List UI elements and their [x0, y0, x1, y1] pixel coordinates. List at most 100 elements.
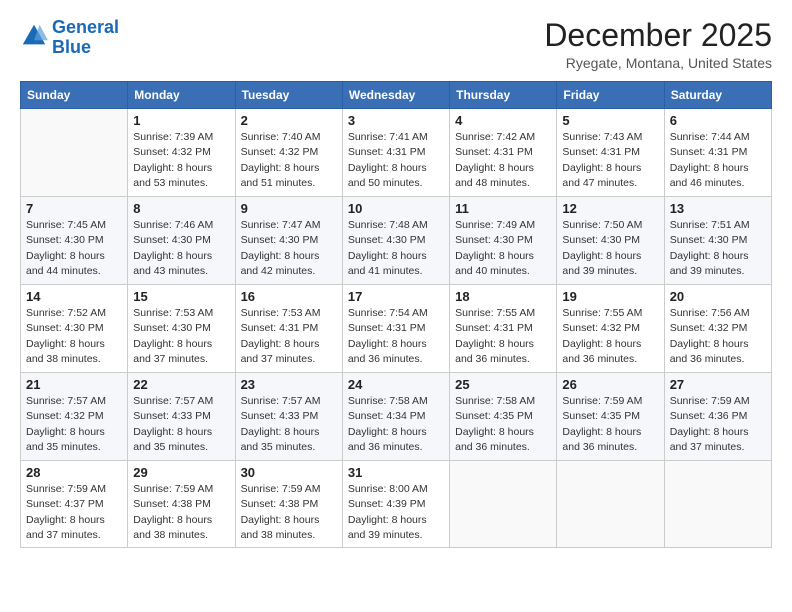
calendar-cell: 20 Sunrise: 7:56 AM Sunset: 4:32 PM Dayli… [664, 285, 771, 373]
day-info: Sunrise: 7:51 AM Sunset: 4:30 PM Dayligh… [670, 218, 766, 279]
day-number: 25 [455, 377, 551, 392]
day-number: 31 [348, 465, 444, 480]
day-number: 20 [670, 289, 766, 304]
day-number: 6 [670, 113, 766, 128]
day-info: Sunrise: 7:50 AM Sunset: 4:30 PM Dayligh… [562, 218, 658, 279]
week-row-5: 28Sunrise: 7:59 AM Sunset: 4:37 PM Dayli… [21, 461, 772, 548]
calendar-cell: 13 Sunrise: 7:51 AM Sunset: 4:30 PM Dayli… [664, 197, 771, 285]
calendar-cell: 9 Sunrise: 7:47 AM Sunset: 4:30 PM Daylig… [235, 197, 342, 285]
day-info: Sunrise: 7:43 AM Sunset: 4:31 PM Dayligh… [562, 130, 658, 191]
logo-line2: Blue [52, 37, 91, 57]
calendar-cell: 10 Sunrise: 7:48 AM Sunset: 4:30 PM Dayli… [342, 197, 449, 285]
day-info: Sunrise: 7:59 AM Sunset: 4:38 PM Dayligh… [241, 482, 337, 543]
day-number: 27 [670, 377, 766, 392]
calendar-cell: 14 Sunrise: 7:52 AM Sunset: 4:30 PM Dayli… [21, 285, 128, 373]
day-number: 4 [455, 113, 551, 128]
header-day-saturday: Saturday [664, 82, 771, 109]
calendar-cell [450, 461, 557, 548]
day-info: Sunrise: 7:55 AM Sunset: 4:32 PM Dayligh… [562, 306, 658, 367]
day-number: 5 [562, 113, 658, 128]
calendar-cell: 26 Sunrise: 7:59 AM Sunset: 4:35 PM Dayli… [557, 373, 664, 461]
day-info: Sunrise: 7:59 AM Sunset: 4:35 PM Dayligh… [562, 394, 658, 455]
day-info: Sunrise: 7:57 AM Sunset: 4:32 PM Dayligh… [26, 394, 122, 455]
calendar-cell: 29 Sunrise: 7:59 AM Sunset: 4:38 PM Dayli… [128, 461, 235, 548]
day-info: Sunrise: 7:57 AM Sunset: 4:33 PM Dayligh… [133, 394, 229, 455]
day-info: Sunrise: 7:59 AM Sunset: 4:38 PM Dayligh… [133, 482, 229, 543]
day-number: 13 [670, 201, 766, 216]
day-number: 17 [348, 289, 444, 304]
calendar-cell [664, 461, 771, 548]
day-info: Sunrise: 7:46 AM Sunset: 4:30 PM Dayligh… [133, 218, 229, 279]
day-number: 29 [133, 465, 229, 480]
day-number: 8 [133, 201, 229, 216]
calendar-cell: 23 Sunrise: 7:57 AM Sunset: 4:33 PM Dayli… [235, 373, 342, 461]
calendar-cell: 31 Sunrise: 8:00 AM Sunset: 4:39 PM Dayli… [342, 461, 449, 548]
day-info: Sunrise: 7:40 AM Sunset: 4:32 PM Dayligh… [241, 130, 337, 191]
header-day-friday: Friday [557, 82, 664, 109]
location: Ryegate, Montana, United States [544, 55, 772, 71]
day-number: 7 [26, 201, 122, 216]
day-number: 19 [562, 289, 658, 304]
day-info: Sunrise: 7:58 AM Sunset: 4:34 PM Dayligh… [348, 394, 444, 455]
day-number: 10 [348, 201, 444, 216]
day-number: 2 [241, 113, 337, 128]
day-info: Sunrise: 7:39 AM Sunset: 4:32 PM Dayligh… [133, 130, 229, 191]
calendar-cell: 1Sunrise: 7:39 AM Sunset: 4:32 PM Daylig… [128, 109, 235, 197]
week-row-2: 7 Sunrise: 7:45 AM Sunset: 4:30 PM Daylig… [21, 197, 772, 285]
calendar-cell: 5 Sunrise: 7:43 AM Sunset: 4:31 PM Daylig… [557, 109, 664, 197]
day-number: 23 [241, 377, 337, 392]
day-number: 15 [133, 289, 229, 304]
logo-text: General Blue [52, 18, 119, 58]
day-info: Sunrise: 7:47 AM Sunset: 4:30 PM Dayligh… [241, 218, 337, 279]
logo: General Blue [20, 18, 119, 58]
calendar-cell: 30Sunrise: 7:59 AM Sunset: 4:38 PM Dayli… [235, 461, 342, 548]
day-number: 14 [26, 289, 122, 304]
calendar-cell: 4 Sunrise: 7:42 AM Sunset: 4:31 PM Daylig… [450, 109, 557, 197]
day-number: 11 [455, 201, 551, 216]
page: General Blue December 2025 Ryegate, Mont… [0, 0, 792, 612]
calendar-cell: 15Sunrise: 7:53 AM Sunset: 4:30 PM Dayli… [128, 285, 235, 373]
calendar-cell: 17 Sunrise: 7:54 AM Sunset: 4:31 PM Dayli… [342, 285, 449, 373]
day-number: 9 [241, 201, 337, 216]
day-info: Sunrise: 7:45 AM Sunset: 4:30 PM Dayligh… [26, 218, 122, 279]
header-day-tuesday: Tuesday [235, 82, 342, 109]
calendar-cell: 25 Sunrise: 7:58 AM Sunset: 4:35 PM Dayli… [450, 373, 557, 461]
header: General Blue December 2025 Ryegate, Mont… [20, 18, 772, 71]
logo-icon [20, 22, 48, 50]
day-info: Sunrise: 7:48 AM Sunset: 4:30 PM Dayligh… [348, 218, 444, 279]
logo-line1: General [52, 17, 119, 37]
day-info: Sunrise: 7:59 AM Sunset: 4:36 PM Dayligh… [670, 394, 766, 455]
day-info: Sunrise: 7:54 AM Sunset: 4:31 PM Dayligh… [348, 306, 444, 367]
day-number: 26 [562, 377, 658, 392]
day-info: Sunrise: 7:57 AM Sunset: 4:33 PM Dayligh… [241, 394, 337, 455]
day-info: Sunrise: 7:44 AM Sunset: 4:31 PM Dayligh… [670, 130, 766, 191]
day-info: Sunrise: 7:58 AM Sunset: 4:35 PM Dayligh… [455, 394, 551, 455]
day-info: Sunrise: 7:41 AM Sunset: 4:31 PM Dayligh… [348, 130, 444, 191]
day-number: 21 [26, 377, 122, 392]
day-info: Sunrise: 7:52 AM Sunset: 4:30 PM Dayligh… [26, 306, 122, 367]
day-info: Sunrise: 7:56 AM Sunset: 4:32 PM Dayligh… [670, 306, 766, 367]
calendar-table: SundayMondayTuesdayWednesdayThursdayFrid… [20, 81, 772, 548]
day-info: Sunrise: 7:53 AM Sunset: 4:31 PM Dayligh… [241, 306, 337, 367]
calendar-cell: 24Sunrise: 7:58 AM Sunset: 4:34 PM Dayli… [342, 373, 449, 461]
header-day-monday: Monday [128, 82, 235, 109]
header-day-thursday: Thursday [450, 82, 557, 109]
month-title: December 2025 [544, 18, 772, 53]
day-number: 18 [455, 289, 551, 304]
week-row-1: 1Sunrise: 7:39 AM Sunset: 4:32 PM Daylig… [21, 109, 772, 197]
calendar-cell: 18Sunrise: 7:55 AM Sunset: 4:31 PM Dayli… [450, 285, 557, 373]
day-info: Sunrise: 7:59 AM Sunset: 4:37 PM Dayligh… [26, 482, 122, 543]
calendar-cell: 28Sunrise: 7:59 AM Sunset: 4:37 PM Dayli… [21, 461, 128, 548]
day-info: Sunrise: 7:42 AM Sunset: 4:31 PM Dayligh… [455, 130, 551, 191]
calendar-cell: 2 Sunrise: 7:40 AM Sunset: 4:32 PM Daylig… [235, 109, 342, 197]
day-info: Sunrise: 8:00 AM Sunset: 4:39 PM Dayligh… [348, 482, 444, 543]
calendar-cell: 3 Sunrise: 7:41 AM Sunset: 4:31 PM Daylig… [342, 109, 449, 197]
calendar-cell: 19 Sunrise: 7:55 AM Sunset: 4:32 PM Dayli… [557, 285, 664, 373]
day-info: Sunrise: 7:49 AM Sunset: 4:30 PM Dayligh… [455, 218, 551, 279]
day-number: 3 [348, 113, 444, 128]
week-row-4: 21 Sunrise: 7:57 AM Sunset: 4:32 PM Dayli… [21, 373, 772, 461]
calendar-cell [557, 461, 664, 548]
day-number: 12 [562, 201, 658, 216]
week-row-3: 14 Sunrise: 7:52 AM Sunset: 4:30 PM Dayli… [21, 285, 772, 373]
calendar-cell: 6 Sunrise: 7:44 AM Sunset: 4:31 PM Daylig… [664, 109, 771, 197]
